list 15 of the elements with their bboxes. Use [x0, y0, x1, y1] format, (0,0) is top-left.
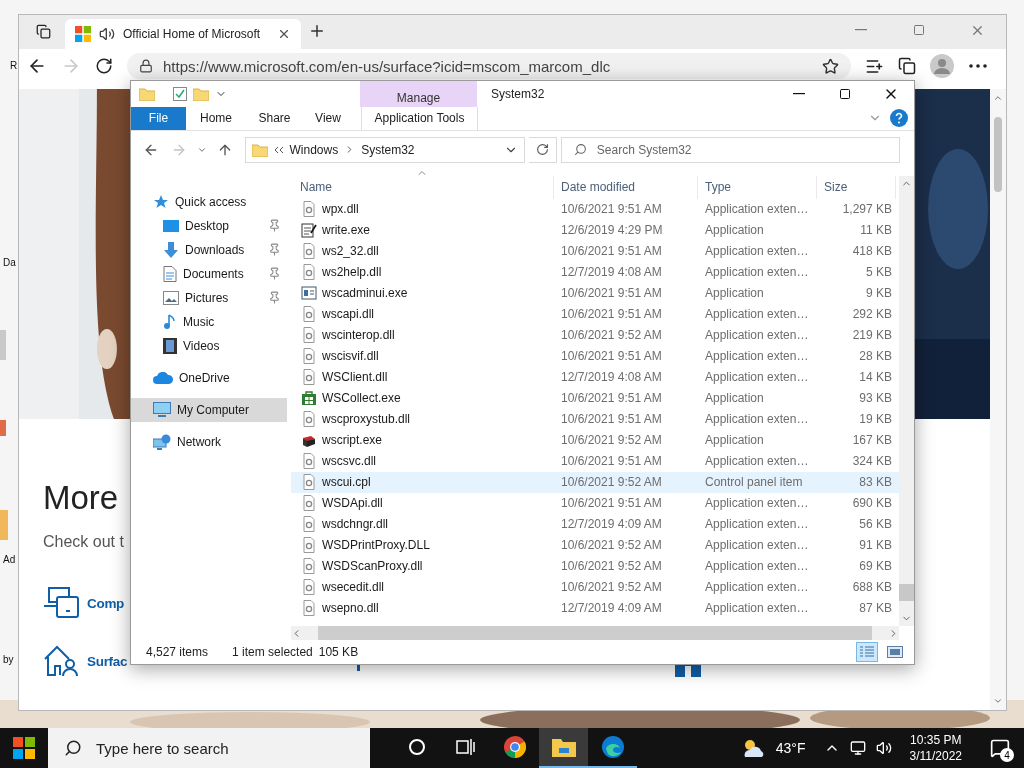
folder-icon — [551, 737, 576, 757]
volume-icon[interactable] — [875, 740, 892, 756]
task-view-icon — [455, 738, 476, 756]
clock[interactable]: 10:35 PM 3/11/2022 — [909, 732, 962, 764]
windows-logo-icon — [13, 737, 35, 759]
wave-circle-icon — [600, 735, 625, 759]
network-icon[interactable] — [849, 740, 866, 756]
weather-temperature: 43°F — [775, 740, 806, 756]
notification-count: 4 — [1000, 748, 1014, 762]
search-icon — [64, 739, 82, 757]
circle-icon — [407, 738, 426, 756]
notifications-button[interactable]: 4 — [980, 728, 1020, 768]
taskbar-search-field[interactable]: Type here to search — [48, 728, 370, 768]
taskbar-app-button[interactable] — [539, 728, 588, 768]
browser-circle-icon — [502, 735, 527, 759]
